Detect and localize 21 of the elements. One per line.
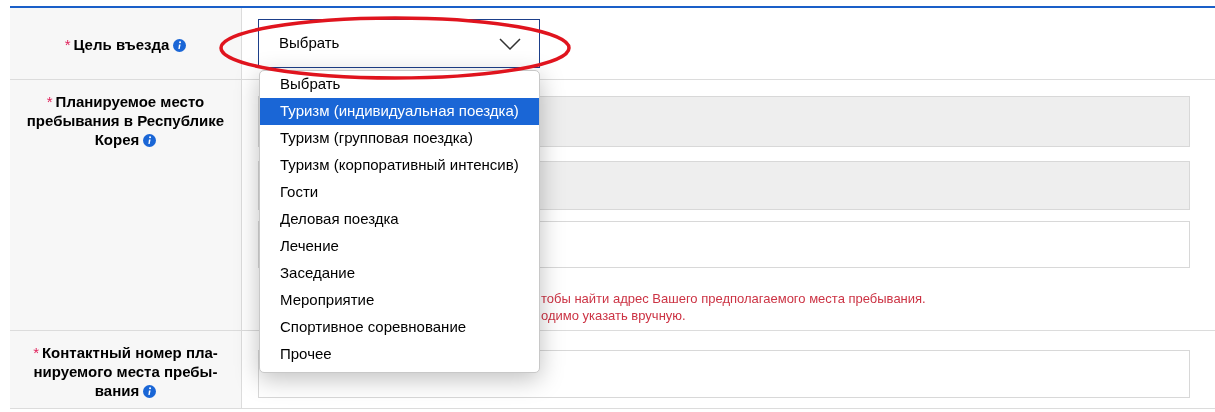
info-icon[interactable]: [143, 134, 157, 147]
dropdown-option[interactable]: Туризм (корпоративный интенсив): [260, 152, 539, 179]
info-icon[interactable]: [143, 385, 157, 398]
info-icon[interactable]: [173, 39, 187, 52]
dropdown-option[interactable]: Гости: [260, 179, 539, 206]
dropdown-option[interactable]: Прочее: [260, 341, 539, 368]
field-label: * Контактный номер пла-нируемого места пребы-вания: [32, 343, 219, 400]
dropdown-option[interactable]: Деловая поездка: [260, 206, 539, 233]
dropdown-option[interactable]: Мероприятие: [260, 287, 539, 314]
dropdown-option[interactable]: Спортивное соревнование: [260, 314, 539, 341]
dropdown-option[interactable]: Туризм (групповая поездка): [260, 125, 539, 152]
dropdown-option[interactable]: Туризм (индивидуальная поездка): [260, 98, 539, 125]
field-label: * Планируемое место пребывания в Республике Корея: [25, 92, 226, 149]
chevron-down-icon: [499, 37, 521, 50]
dropdown-option[interactable]: Лечение: [260, 233, 539, 260]
field-label: * Цель въезда: [23, 33, 228, 54]
warning-text: тобы найти адрес Вашего предполагаемого места пребывания.: [541, 290, 926, 307]
select-dropdown[interactable]: Выбрать: [258, 19, 540, 68]
dropdown-option[interactable]: Выбрать: [260, 71, 539, 98]
warning-text: одимо указать вручную.: [541, 307, 686, 324]
dropdown-option[interactable]: Заседание: [260, 260, 539, 287]
